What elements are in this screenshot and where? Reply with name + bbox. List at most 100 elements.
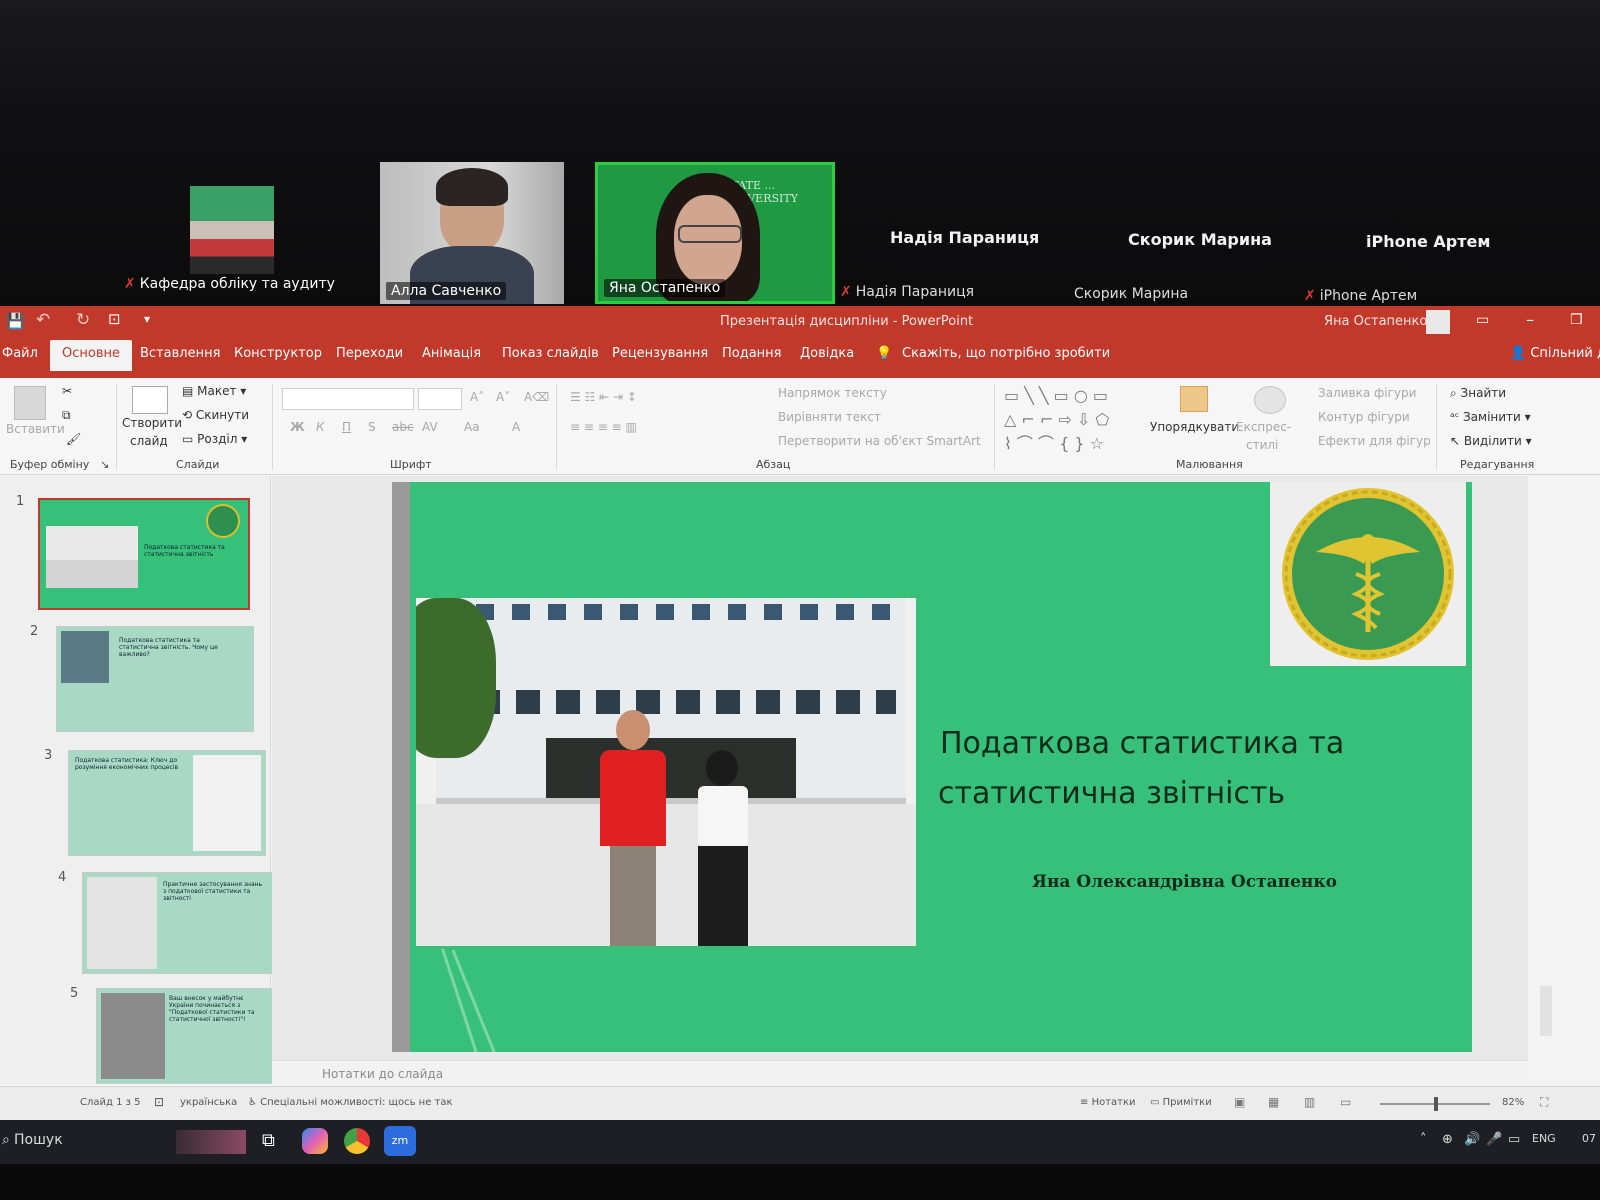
- user-name[interactable]: Яна Остапенко: [1324, 314, 1427, 329]
- input-language[interactable]: ENG: [1532, 1132, 1556, 1145]
- dialog-launcher-icon[interactable]: ↘: [100, 458, 109, 471]
- ribbon-display-icon[interactable]: ▭: [1476, 312, 1489, 328]
- bold-button[interactable]: Ж: [290, 420, 305, 434]
- font-size-box[interactable]: [418, 388, 462, 410]
- slide-thumbnail-3[interactable]: Податкова статистика: Ключ до розуміння …: [68, 750, 266, 856]
- fit-slide-icon[interactable]: ⛶: [1540, 1095, 1548, 1110]
- volume-icon[interactable]: 🔊: [1464, 1132, 1480, 1147]
- align-text-button[interactable]: Вирівняти текст: [778, 410, 881, 424]
- network-icon[interactable]: ⊕: [1442, 1132, 1453, 1147]
- spellcheck-icon[interactable]: ⊡: [154, 1095, 164, 1109]
- slide-title-line-1[interactable]: Податкова статистика та: [940, 726, 1344, 761]
- slide-thumbnail-4[interactable]: Практичне застосування знань з податково…: [82, 872, 274, 974]
- quick-styles-button[interactable]: Експрес-: [1236, 420, 1291, 434]
- arrange-button[interactable]: Упорядкувати: [1150, 420, 1239, 434]
- accessibility-status[interactable]: ♿ Спеціальні можливості: щось не так: [248, 1097, 453, 1108]
- replace-button[interactable]: ᵃᶜ Замінити ▾: [1450, 410, 1531, 424]
- shapes-gallery[interactable]: ▭ ╲ ╲ ▭ ○ ▭ △ ⌐ ⌐ ⇨ ⇩ ⬠ ⌇ ⌒ ⌒ { } ☆: [1004, 384, 1109, 456]
- smartart-button[interactable]: Перетворити на об'єкт SmartArt: [778, 434, 981, 448]
- language-status[interactable]: українська: [180, 1097, 237, 1108]
- tray-chevron-icon[interactable]: ˄: [1420, 1132, 1427, 1147]
- sorter-view-icon[interactable]: ▦: [1268, 1095, 1279, 1109]
- zoom-level[interactable]: 82%: [1502, 1097, 1524, 1108]
- participant-tile-department[interactable]: [190, 186, 274, 274]
- tab-design[interactable]: Конструктор: [234, 346, 322, 361]
- paste-icon[interactable]: [14, 386, 46, 420]
- notes-pane[interactable]: Нотатки до слайда: [272, 1060, 1528, 1087]
- customize-qat-icon[interactable]: ▾: [144, 312, 150, 326]
- shadow-button[interactable]: S: [368, 420, 376, 434]
- shape-effects-button[interactable]: Ефекти для фігур: [1318, 434, 1431, 448]
- tab-home[interactable]: Основне: [50, 340, 132, 371]
- copy-icon[interactable]: ⧉: [62, 408, 71, 423]
- slide-author[interactable]: Яна Олександрівна Остапенко: [1032, 872, 1337, 892]
- slide-title-line-2[interactable]: статистична звітність: [938, 776, 1285, 811]
- reset-button[interactable]: ⟲ Скинути: [182, 408, 249, 422]
- comments-button[interactable]: ▭ Примітки: [1150, 1097, 1212, 1108]
- participant-tile-maryna[interactable]: Скорик Марина: [1128, 230, 1272, 249]
- zoom-app-icon[interactable]: zm: [384, 1126, 416, 1156]
- arrange-icon[interactable]: [1180, 386, 1208, 412]
- slideshow-view-icon[interactable]: ▭: [1340, 1095, 1351, 1109]
- main-slide[interactable]: Податкова статистика та статистична звіт…: [392, 482, 1472, 1052]
- new-slide-label-2[interactable]: слайд: [130, 434, 168, 448]
- tab-help[interactable]: Довідка: [800, 346, 854, 361]
- font-color-button[interactable]: A: [512, 420, 520, 434]
- spacing-button[interactable]: AV: [422, 420, 438, 434]
- slide-thumbnail-1[interactable]: Податкова статистика та статистична звіт…: [38, 498, 250, 610]
- paste-button[interactable]: Вставити: [6, 422, 65, 436]
- reading-view-icon[interactable]: ▥: [1304, 1095, 1315, 1109]
- normal-view-icon[interactable]: ▣: [1234, 1095, 1245, 1109]
- taskbar-search[interactable]: Пошук: [14, 1132, 63, 1148]
- save-icon[interactable]: 💾: [6, 312, 25, 330]
- cut-icon[interactable]: ✂: [62, 384, 72, 398]
- new-slide-button[interactable]: Створити: [122, 416, 182, 430]
- slide-thumbnail-2[interactable]: Податкова статистика та статистична звіт…: [56, 626, 254, 732]
- microphone-icon[interactable]: 🎤: [1486, 1132, 1502, 1147]
- new-slide-icon[interactable]: [132, 386, 168, 414]
- clock[interactable]: 07: [1582, 1132, 1596, 1145]
- align-icons[interactable]: ≡ ≡ ≡ ≡ ▥: [570, 420, 637, 434]
- case-button[interactable]: Aa: [464, 420, 480, 434]
- section-button[interactable]: ▭ Розділ ▾: [182, 432, 247, 446]
- minimize-icon[interactable]: –: [1526, 310, 1534, 329]
- font-name-box[interactable]: [282, 388, 414, 410]
- present-icon[interactable]: ⊡: [108, 310, 121, 328]
- text-direction-button[interactable]: Напрямок тексту: [778, 386, 887, 400]
- display-icon[interactable]: ▭: [1508, 1132, 1520, 1147]
- bullets-icon[interactable]: ☰ ☷ ⇤ ⇥ ↕: [570, 390, 637, 404]
- participant-tile-alla[interactable]: Алла Савченко: [380, 162, 564, 304]
- redo-icon[interactable]: ↻: [76, 310, 90, 330]
- search-icon[interactable]: ⌕: [2, 1132, 10, 1148]
- participant-tile-nadia[interactable]: Надія Параниця: [890, 228, 1039, 247]
- underline-button[interactable]: П: [342, 420, 351, 434]
- tell-me-search[interactable]: Скажіть, що потрібно зробити: [902, 346, 1110, 361]
- clear-format-icon[interactable]: A⌫: [524, 390, 549, 404]
- tab-transitions[interactable]: Переходи: [336, 346, 403, 361]
- vertical-scrollbar[interactable]: [1540, 986, 1552, 1036]
- layout-button[interactable]: ▤ Макет ▾: [182, 384, 246, 398]
- tab-animations[interactable]: Анімація: [422, 346, 481, 361]
- shape-fill-button[interactable]: Заливка фігури: [1318, 386, 1416, 400]
- grow-font-icon[interactable]: A˄: [470, 390, 484, 404]
- maximize-icon[interactable]: ❐: [1570, 312, 1583, 328]
- notes-button[interactable]: ≡ Нотатки: [1080, 1097, 1136, 1108]
- share-button[interactable]: 👤 Спільний до: [1510, 346, 1600, 361]
- copilot-icon[interactable]: [302, 1128, 328, 1154]
- tab-view[interactable]: Подання: [722, 346, 782, 361]
- chrome-icon[interactable]: [344, 1128, 370, 1154]
- slide-photo[interactable]: [416, 598, 916, 946]
- zoom-slider[interactable]: [1380, 1097, 1490, 1111]
- undo-icon[interactable]: ↶: [36, 310, 50, 330]
- quick-styles-icon[interactable]: [1254, 386, 1286, 414]
- avatar[interactable]: [1426, 310, 1450, 334]
- zoom-slider-thumb[interactable]: [1434, 1097, 1438, 1111]
- slide-thumbnail-5[interactable]: Ваш внесок у майбутнє України починаєтьс…: [96, 988, 282, 1084]
- quick-styles-label-2[interactable]: стилі: [1246, 438, 1278, 452]
- tab-review[interactable]: Рецензування: [612, 346, 708, 361]
- participant-tile-yana[interactable]: STATE ... UNIVERSITY Яна Остапенко: [595, 162, 835, 304]
- task-view-icon[interactable]: ⧉: [262, 1130, 275, 1151]
- shrink-font-icon[interactable]: A˅: [496, 390, 510, 404]
- tab-file[interactable]: Файл: [2, 346, 38, 361]
- format-painter-icon[interactable]: 🖌: [66, 432, 81, 446]
